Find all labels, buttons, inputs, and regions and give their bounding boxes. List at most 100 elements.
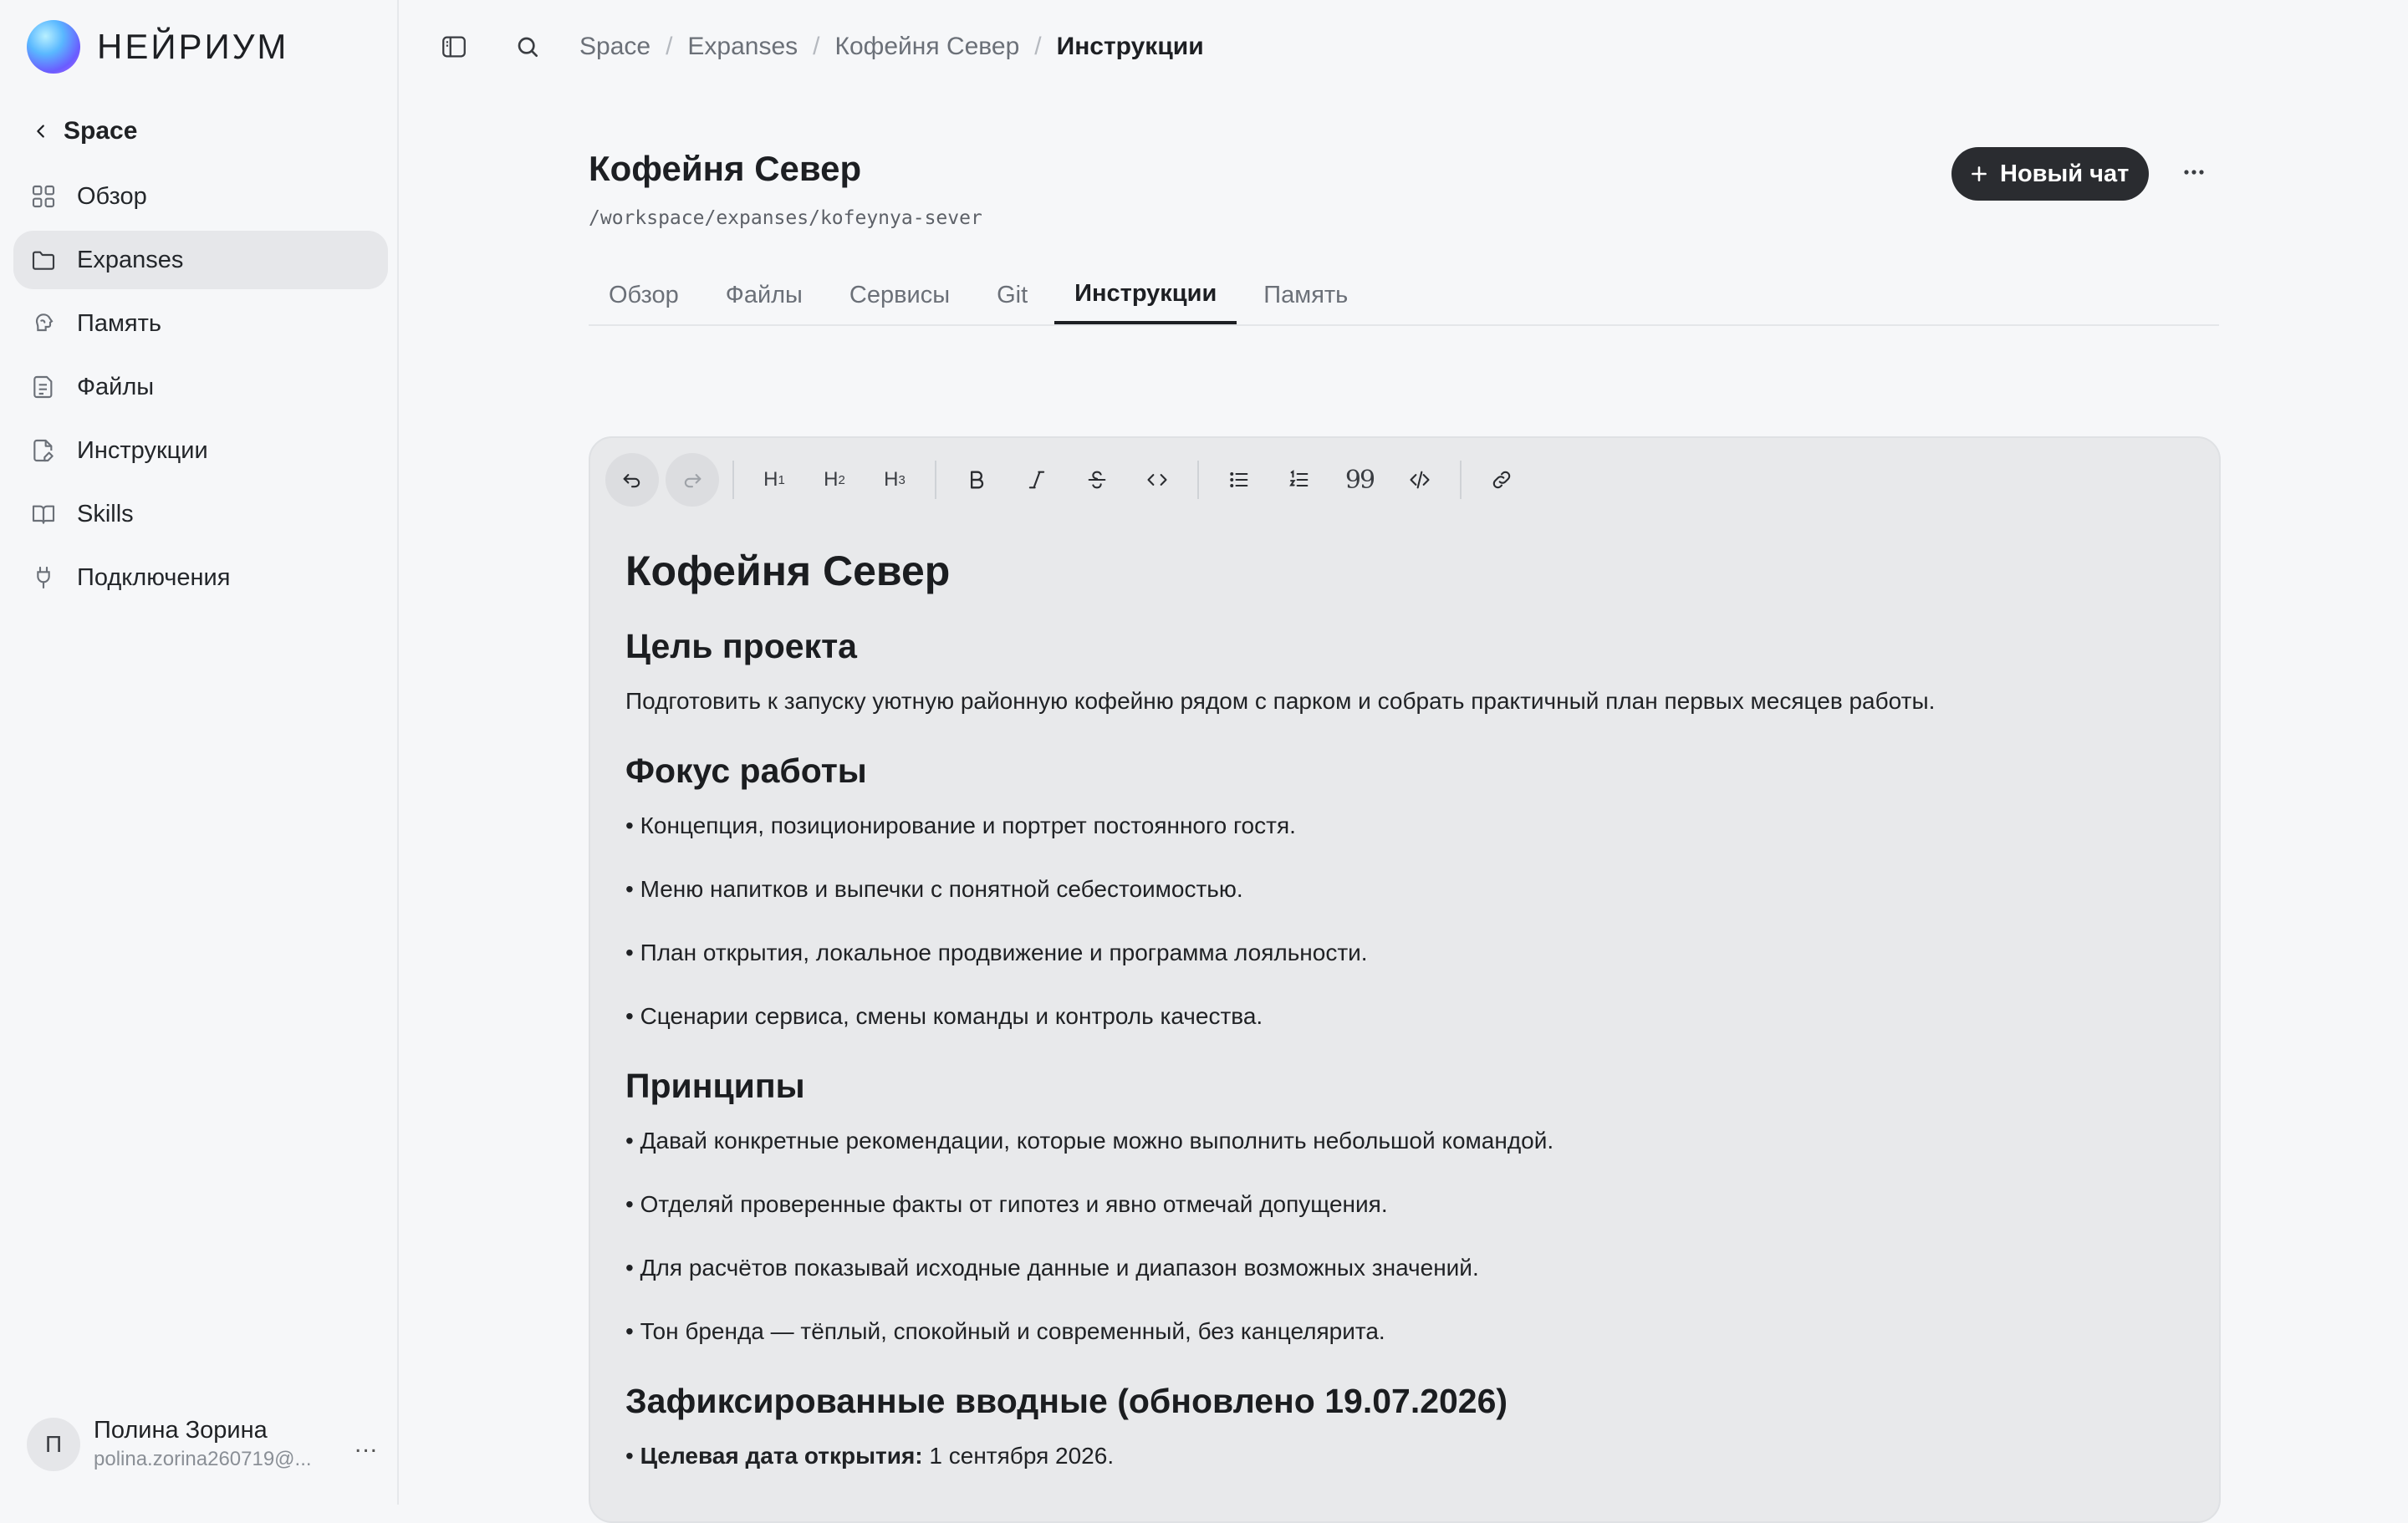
plug-icon (37, 566, 50, 589)
project-tabs: Обзор Файлы Сервисы Git Инструкции Памят… (589, 266, 2219, 326)
sidebar-nav: Обзор Expanses Память Файлы Инструкции S… (13, 167, 388, 612)
undo-icon (623, 474, 640, 488)
heading-3-button[interactable]: H3 (868, 453, 921, 507)
ordered-list-button[interactable] (1273, 453, 1326, 507)
strikethrough-button[interactable] (1070, 453, 1124, 507)
user-email: polina.zorina260719@... (94, 1448, 312, 1470)
book-icon (32, 505, 55, 524)
user-profile[interactable]: П Полина Зорина polina.zorina260719@... … (27, 1417, 378, 1471)
doc-title: Кофейня Север (625, 548, 951, 594)
editor-content[interactable]: Кофейня Север Цель проекта Подготовить к… (625, 547, 2181, 1506)
sidebar: НЕЙРИУМ Space Обзор Expanses Память Файл… (0, 0, 399, 1505)
link-button[interactable] (1475, 453, 1528, 507)
tab-overview[interactable]: Обзор (589, 266, 699, 324)
blockquote-button[interactable]: 99 (1333, 453, 1386, 507)
list-item: • План открытия, локальное продвижение и… (625, 940, 1368, 965)
search-button[interactable] (508, 27, 548, 67)
toggle-sidebar-button[interactable] (434, 27, 474, 67)
tab-memory[interactable]: Память (1243, 266, 1368, 324)
sidebar-item-label: Обзор (77, 182, 147, 210)
sidebar-item-files[interactable]: Файлы (13, 358, 388, 416)
bullet-list-button[interactable] (1212, 453, 1266, 507)
user-name: Полина Зорина (94, 1417, 268, 1444)
heading-3-label: H (884, 468, 899, 491)
brand-logo[interactable]: НЕЙРИУМ (27, 20, 288, 74)
breadcrumb-current: Инструкции (1056, 33, 1204, 60)
back-to-space-link[interactable]: Space (32, 117, 137, 145)
code-block-icon (1410, 471, 1430, 489)
italic-button[interactable] (1010, 453, 1064, 507)
opening-date-value: 1 сентября 2026. (929, 1443, 1115, 1469)
toolbar-divider (1460, 461, 1462, 499)
tab-instructions[interactable]: Инструкции (1054, 266, 1237, 324)
logo-orb-icon (27, 20, 80, 74)
grid-icon (32, 185, 55, 208)
avatar: П (27, 1417, 80, 1471)
italic-icon (1028, 471, 1045, 489)
list-item: • Сценарии сервиса, смены команды и конт… (625, 1003, 1263, 1029)
section-heading-focus: Фокус работы (625, 751, 867, 790)
sidebar-item-instructions[interactable]: Инструкции (13, 421, 388, 480)
sidebar-item-label: Подключения (77, 563, 231, 591)
list-item: • Меню напитков и выпечки с понятной себ… (625, 876, 1243, 902)
search-icon (518, 37, 538, 57)
code-block-button[interactable] (1393, 453, 1446, 507)
breadcrumb-item[interactable]: Space (579, 33, 650, 61)
list-item: • Отделяй проверенные факты от гипотез и… (625, 1191, 1388, 1217)
undo-button[interactable] (605, 453, 659, 507)
section-heading-principles: Принципы (625, 1067, 805, 1105)
sidebar-item-overview[interactable]: Обзор (13, 167, 388, 226)
heading-3-sub: 3 (898, 472, 906, 487)
section-heading-goal: Цель проекта (625, 627, 857, 665)
list-item: • Для расчётов показывай исходные данные… (625, 1255, 1479, 1281)
more-options-button[interactable] (2177, 155, 2211, 189)
strikethrough-icon (1088, 471, 1106, 489)
tab-files[interactable]: Файлы (706, 266, 823, 324)
folder-icon (32, 251, 55, 270)
sidebar-item-label: Память (77, 309, 162, 337)
link-icon (1492, 471, 1511, 489)
toolbar-divider (732, 461, 734, 499)
heading-2-label: H (824, 468, 839, 491)
more-horizontal-icon (2184, 170, 2204, 175)
sidebar-item-label: Expanses (77, 246, 184, 273)
breadcrumb-item[interactable]: Кофейня Север (835, 33, 1020, 61)
heading-2-button[interactable]: H2 (808, 453, 861, 507)
list-item: • Тон бренда — тёплый, спокойный и совре… (625, 1318, 1385, 1344)
project-path: /workspace/expanses/kofeynya-sever (589, 207, 982, 229)
page-title: Кофейня Север (589, 149, 862, 188)
new-chat-label: Новый чат (2000, 160, 2130, 187)
plus-icon (1972, 166, 1987, 181)
list-bullet: • (625, 1443, 634, 1469)
breadcrumb-item[interactable]: Expanses (687, 33, 798, 61)
heading-1-label: H (763, 468, 778, 491)
instructions-editor[interactable]: H1 H2 H3 99 Кофейня Север Цель проекта П… (589, 436, 2221, 1523)
new-chat-button[interactable]: Новый чат (1951, 147, 2150, 201)
sidebar-item-label: Файлы (77, 373, 155, 400)
list-item: • Целевая дата открытия: 1 сентября 2026… (625, 1443, 2181, 1470)
brain-icon (35, 313, 54, 332)
opening-date-label: Целевая дата открытия: (640, 1443, 923, 1469)
tab-services[interactable]: Сервисы (829, 266, 970, 324)
user-menu-button[interactable]: ... (355, 1430, 378, 1459)
sidebar-item-skills[interactable]: Skills (13, 485, 388, 543)
tab-git[interactable]: Git (977, 266, 1048, 324)
bold-button[interactable] (950, 453, 1003, 507)
topbar: Space / Expanses / Кофейня Север / Инстр… (399, 0, 2408, 94)
heading-1-button[interactable]: H1 (747, 453, 801, 507)
section-heading-inputs: Зафиксированные вводные (обновлено 19.07… (625, 1382, 1508, 1420)
back-label: Space (64, 117, 138, 145)
redo-button[interactable] (666, 453, 719, 507)
sidebar-item-memory[interactable]: Память (13, 294, 388, 353)
chevron-left-icon (37, 125, 44, 138)
sidebar-item-connections[interactable]: Подключения (13, 548, 388, 607)
bullet-list-icon (1230, 472, 1248, 487)
sidebar-item-expanses[interactable]: Expanses (13, 231, 388, 289)
ordered-list-icon (1289, 470, 1309, 487)
heading-2-sub: 2 (838, 472, 845, 487)
redo-icon (684, 474, 701, 488)
breadcrumb: Space / Expanses / Кофейня Север / Инстр… (579, 33, 1204, 61)
inline-code-button[interactable] (1130, 453, 1184, 507)
quote-icon: 99 (1344, 465, 1375, 495)
editor-toolbar: H1 H2 H3 99 (605, 453, 1535, 507)
